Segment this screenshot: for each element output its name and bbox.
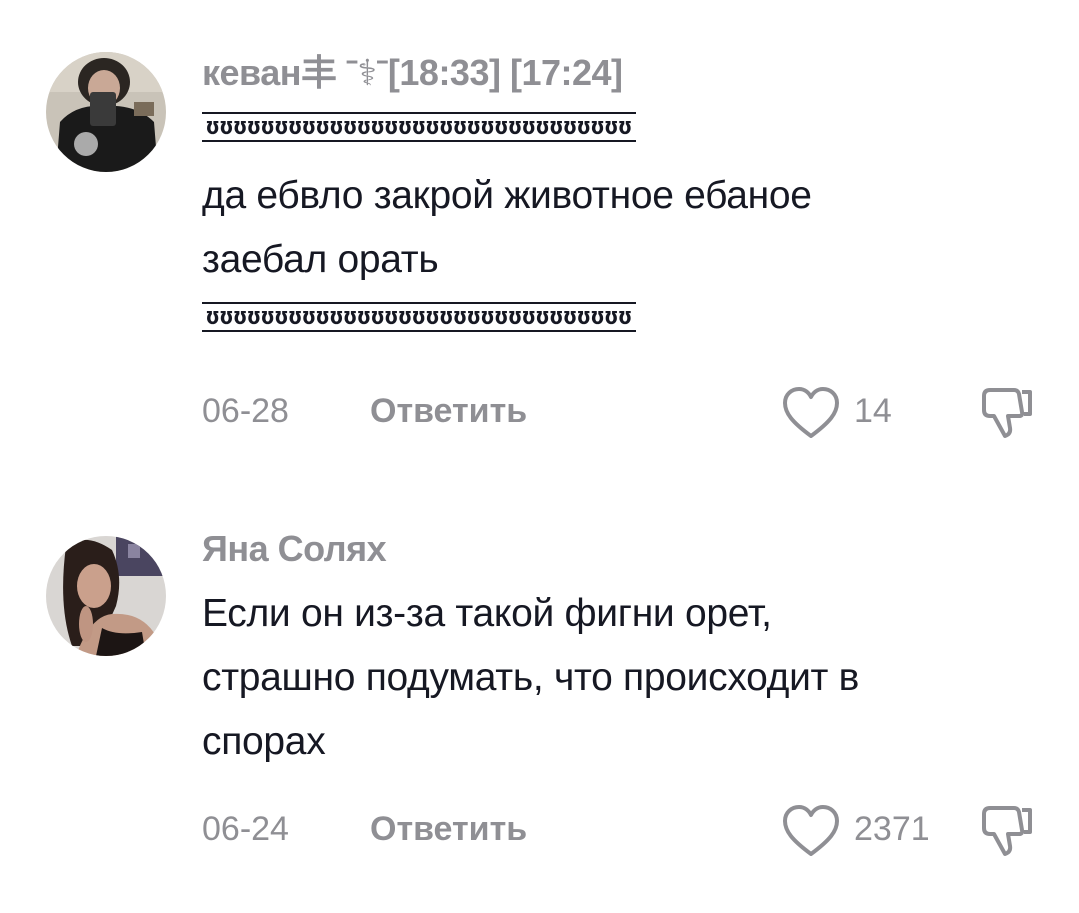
avatar[interactable]: [46, 536, 166, 656]
reply-button[interactable]: Ответить: [370, 392, 527, 431]
like-count: 14: [854, 392, 892, 430]
comment-text-line: да ебвло закрой животное ебаное: [202, 174, 812, 217]
comment-username[interactable]: кеван丰 ˉ⚕ˉ[18:33] [17:24]: [202, 44, 623, 96]
comment-text-line: Если он из-за такой фигни орет,: [202, 592, 772, 635]
avatar[interactable]: [46, 52, 166, 172]
comment-date: 06-28: [202, 392, 289, 430]
comment-text-line: спорах: [202, 720, 326, 763]
avatar-image: [46, 536, 166, 656]
thumbs-down-icon[interactable]: [978, 802, 1036, 860]
thumbs-down-icon[interactable]: [978, 384, 1036, 442]
comment-text-line: страшно подумать, что происходит в: [202, 656, 860, 699]
comment-text-line: заебал орать: [202, 238, 439, 281]
avatar-image: [46, 52, 166, 172]
comment-decoration-top: ʊʊʊʊʊʊʊʊʊʊʊʊʊʊʊʊʊʊʊʊʊʊʊʊʊʊʊʊʊʊʊ: [202, 112, 637, 142]
comment-decoration-bottom: ʊʊʊʊʊʊʊʊʊʊʊʊʊʊʊʊʊʊʊʊʊʊʊʊʊʊʊʊʊʊʊ: [202, 302, 637, 332]
comment-username[interactable]: Яна Солях: [202, 528, 387, 570]
like-count: 2371: [854, 810, 930, 848]
reply-button[interactable]: Ответить: [370, 810, 527, 849]
comment-date: 06-24: [202, 810, 289, 848]
heart-outline-icon[interactable]: [782, 386, 840, 440]
heart-outline-icon[interactable]: [782, 804, 840, 858]
